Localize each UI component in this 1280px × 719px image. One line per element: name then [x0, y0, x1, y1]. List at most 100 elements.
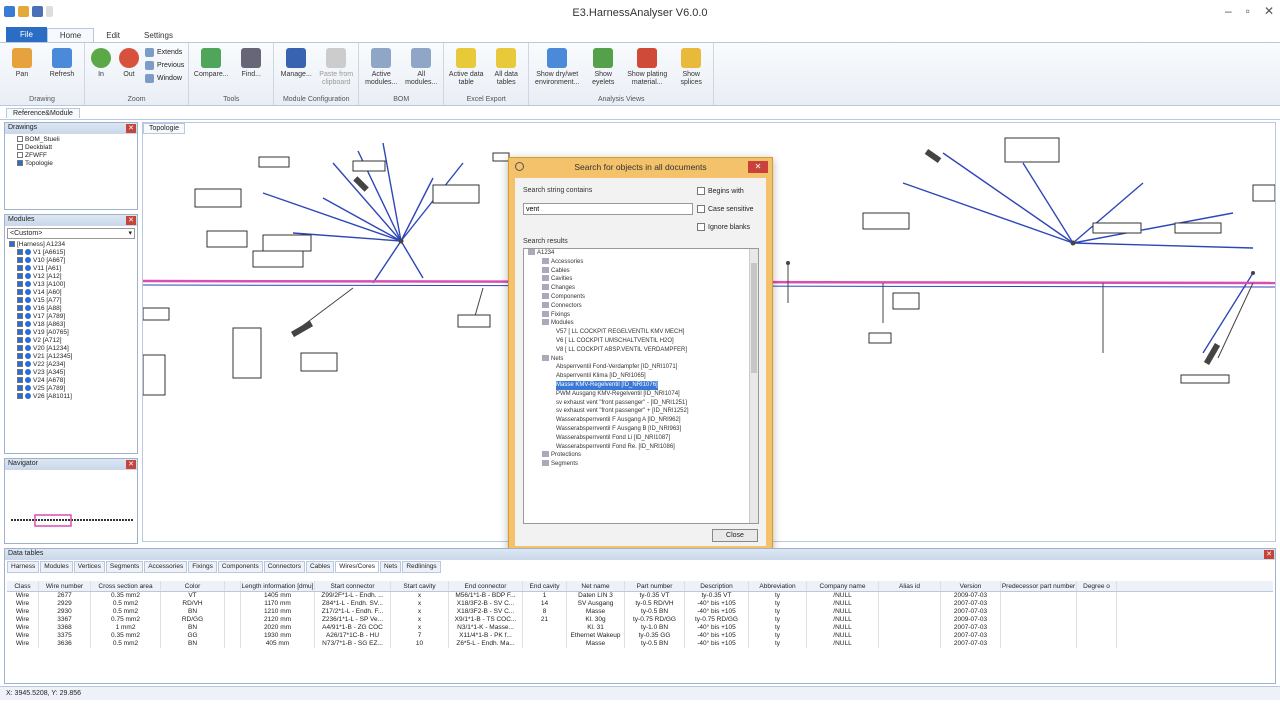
result-item[interactable]: Wasserabsperrventil F Ausgang B [ID_NRI9…: [524, 425, 758, 434]
result-item[interactable]: Fixings: [524, 310, 758, 320]
close-window-icon[interactable]: ✕: [1264, 4, 1274, 18]
zoom-previous-button[interactable]: Previous: [145, 61, 184, 70]
module-item[interactable]: V26 [A81011]: [5, 393, 137, 401]
column-header[interactable]: Version: [941, 581, 1001, 591]
tab-edit[interactable]: Edit: [94, 29, 132, 42]
column-header[interactable]: End connector: [449, 581, 523, 591]
result-item[interactable]: Cavities: [524, 275, 758, 284]
column-header[interactable]: Color: [161, 581, 225, 591]
column-header[interactable]: Wire number: [39, 581, 91, 591]
search-input[interactable]: [523, 203, 693, 215]
table-row[interactable]: Wire 3368 1 mm2 BN 2020 mm A4/91*1-B - ZG COC…: [7, 624, 1273, 632]
module-item[interactable]: V22 [A234]: [5, 361, 137, 369]
checkbox-icon[interactable]: [697, 223, 705, 231]
tab-accessories[interactable]: Accessories: [144, 561, 188, 573]
table-row[interactable]: Wire 2677 0.35 mm2 VT 1405 mm Z99/2F*1-L - En…: [7, 592, 1273, 600]
column-header[interactable]: End cavity: [523, 581, 567, 591]
drawing-item[interactable]: Topologie: [5, 160, 137, 168]
result-item[interactable]: PWM Ausgang KMV-Regelventil [ID_NRI1074]: [524, 390, 758, 399]
checkbox-icon[interactable]: [9, 241, 15, 247]
table-row[interactable]: Wire 3367 0.75 mm2 RD/GG 2120 mm Z236/1*1-L -…: [7, 616, 1273, 624]
module-item[interactable]: V18 [A863]: [5, 321, 137, 329]
tab-wires-cores[interactable]: Wires/Cores: [335, 561, 379, 573]
compare-button[interactable]: Compare...: [193, 45, 229, 93]
result-item[interactable]: sv exhaust vent "front passenger" - [ID_…: [524, 399, 758, 408]
checkbox-checked-icon[interactable]: [17, 297, 23, 303]
module-item[interactable]: V10 [A667]: [5, 257, 137, 265]
result-item[interactable]: Changes: [524, 284, 758, 293]
scroll-thumb[interactable]: [751, 263, 757, 373]
maximize-icon[interactable]: ▫: [1246, 4, 1250, 18]
checkbox-checked-icon[interactable]: [17, 289, 23, 295]
close-icon[interactable]: ✕: [126, 124, 136, 133]
tab-settings[interactable]: Settings: [132, 29, 185, 42]
search-results-tree[interactable]: A1234 Accessories Cables Cavities Changes Com…: [523, 248, 759, 524]
tab-cables[interactable]: Cables: [305, 561, 335, 573]
close-icon[interactable]: ✕: [126, 460, 136, 469]
module-item[interactable]: V13 [A100]: [5, 281, 137, 289]
result-item[interactable]: Protections: [524, 451, 758, 460]
checkbox-checked-icon[interactable]: [17, 385, 23, 391]
module-item[interactable]: V16 [A88]: [5, 305, 137, 313]
drawing-item[interactable]: BOM_Stueli: [5, 136, 137, 144]
tab-components[interactable]: Components: [217, 561, 263, 573]
tab-reference-module[interactable]: Reference&Module: [6, 108, 80, 118]
result-item[interactable]: V6 [ LL COCKPIT UMSCHALTVENTIL H2O]: [524, 337, 758, 346]
checkbox-checked-icon[interactable]: [17, 353, 23, 359]
show-splices-button[interactable]: Show splices: [673, 45, 709, 93]
column-header[interactable]: Length information [dmu]: [241, 581, 315, 591]
tab-harness[interactable]: Harness: [7, 561, 40, 573]
checkbox-checked-icon[interactable]: [17, 377, 23, 383]
pan-button[interactable]: Pan: [4, 45, 40, 93]
column-header[interactable]: Cross section area: [91, 581, 161, 591]
case-sensitive-checkbox[interactable]: Case sensitive: [697, 205, 754, 213]
module-item[interactable]: V21 [A12345]: [5, 353, 137, 361]
active-modules-button[interactable]: Active modules...: [363, 45, 399, 93]
checkbox-checked-icon[interactable]: [17, 393, 23, 399]
open-icon[interactable]: [18, 6, 29, 17]
column-header[interactable]: [225, 581, 241, 591]
module-item[interactable]: V20 [A1234]: [5, 345, 137, 353]
module-item[interactable]: V19 [A0765]: [5, 329, 137, 337]
module-item[interactable]: V14 [A60]: [5, 289, 137, 297]
result-item[interactable]: Wasserabsperrventil Fond Re. [ID_NRI1086…: [524, 443, 758, 452]
result-item[interactable]: Absperrventil Klima [ID_NRI1065]: [524, 372, 758, 381]
checkbox-checked-icon[interactable]: [17, 337, 23, 343]
module-item[interactable]: V1 [A6615]: [5, 249, 137, 257]
module-item[interactable]: V23 [A345]: [5, 369, 137, 377]
tab-modules[interactable]: Modules: [40, 561, 73, 573]
result-item[interactable]: Cables: [524, 266, 758, 276]
result-item[interactable]: Connectors: [524, 301, 758, 311]
checkbox-checked-icon[interactable]: [17, 329, 23, 335]
drawing-item[interactable]: ZFWFF: [5, 152, 137, 160]
tab-connectors[interactable]: Connectors: [263, 561, 305, 573]
column-header[interactable]: Start cavity: [391, 581, 449, 591]
checkbox-checked-icon[interactable]: [17, 249, 23, 255]
zoom-window-button[interactable]: Window: [145, 74, 184, 83]
column-header[interactable]: Part number: [625, 581, 685, 591]
all-data-tables-button[interactable]: All data tables: [488, 45, 524, 93]
find-button[interactable]: Find...: [233, 45, 269, 93]
zoom-in-button[interactable]: In: [89, 45, 113, 93]
all-modules-button[interactable]: All modules...: [403, 45, 439, 93]
close-icon[interactable]: ✕: [1264, 550, 1274, 559]
module-root[interactable]: [Harness] A1234: [5, 241, 137, 249]
checkbox-checked-icon[interactable]: [17, 313, 23, 319]
checkbox-checked-icon[interactable]: [17, 361, 23, 367]
result-item[interactable]: Absperrventil Fond-Verdampfer [ID_NRI107…: [524, 363, 758, 372]
tab-segments[interactable]: Segments: [105, 561, 144, 573]
result-item[interactable]: Wasserabsperrventil F Ausgang A [ID_NRI9…: [524, 416, 758, 425]
tab-redlinings[interactable]: Redlinings: [402, 561, 441, 573]
result-item[interactable]: sv exhaust vent "front passenger" + [ID_…: [524, 407, 758, 416]
checkbox-checked-icon[interactable]: [17, 257, 23, 263]
close-icon[interactable]: ✕: [126, 216, 136, 225]
module-item[interactable]: V11 [A61]: [5, 265, 137, 273]
result-item[interactable]: Wasserabsperrventil Fond Li [ID_NRI1087]: [524, 434, 758, 443]
checkbox-icon[interactable]: [17, 136, 23, 142]
show-plating-button[interactable]: Show plating material...: [625, 45, 669, 93]
checkbox-icon[interactable]: [697, 187, 705, 195]
tab-vertices[interactable]: Vertices: [73, 561, 105, 573]
table-row[interactable]: Wire 2929 0.5 mm2 RD/VH 1170 mm Z84*1-L - End…: [7, 600, 1273, 608]
module-item[interactable]: V24 [A678]: [5, 377, 137, 385]
table-row[interactable]: Wire 3636 0.5 mm2 BN 405 mm N73/7*1-B - SG EZ…: [7, 640, 1273, 648]
